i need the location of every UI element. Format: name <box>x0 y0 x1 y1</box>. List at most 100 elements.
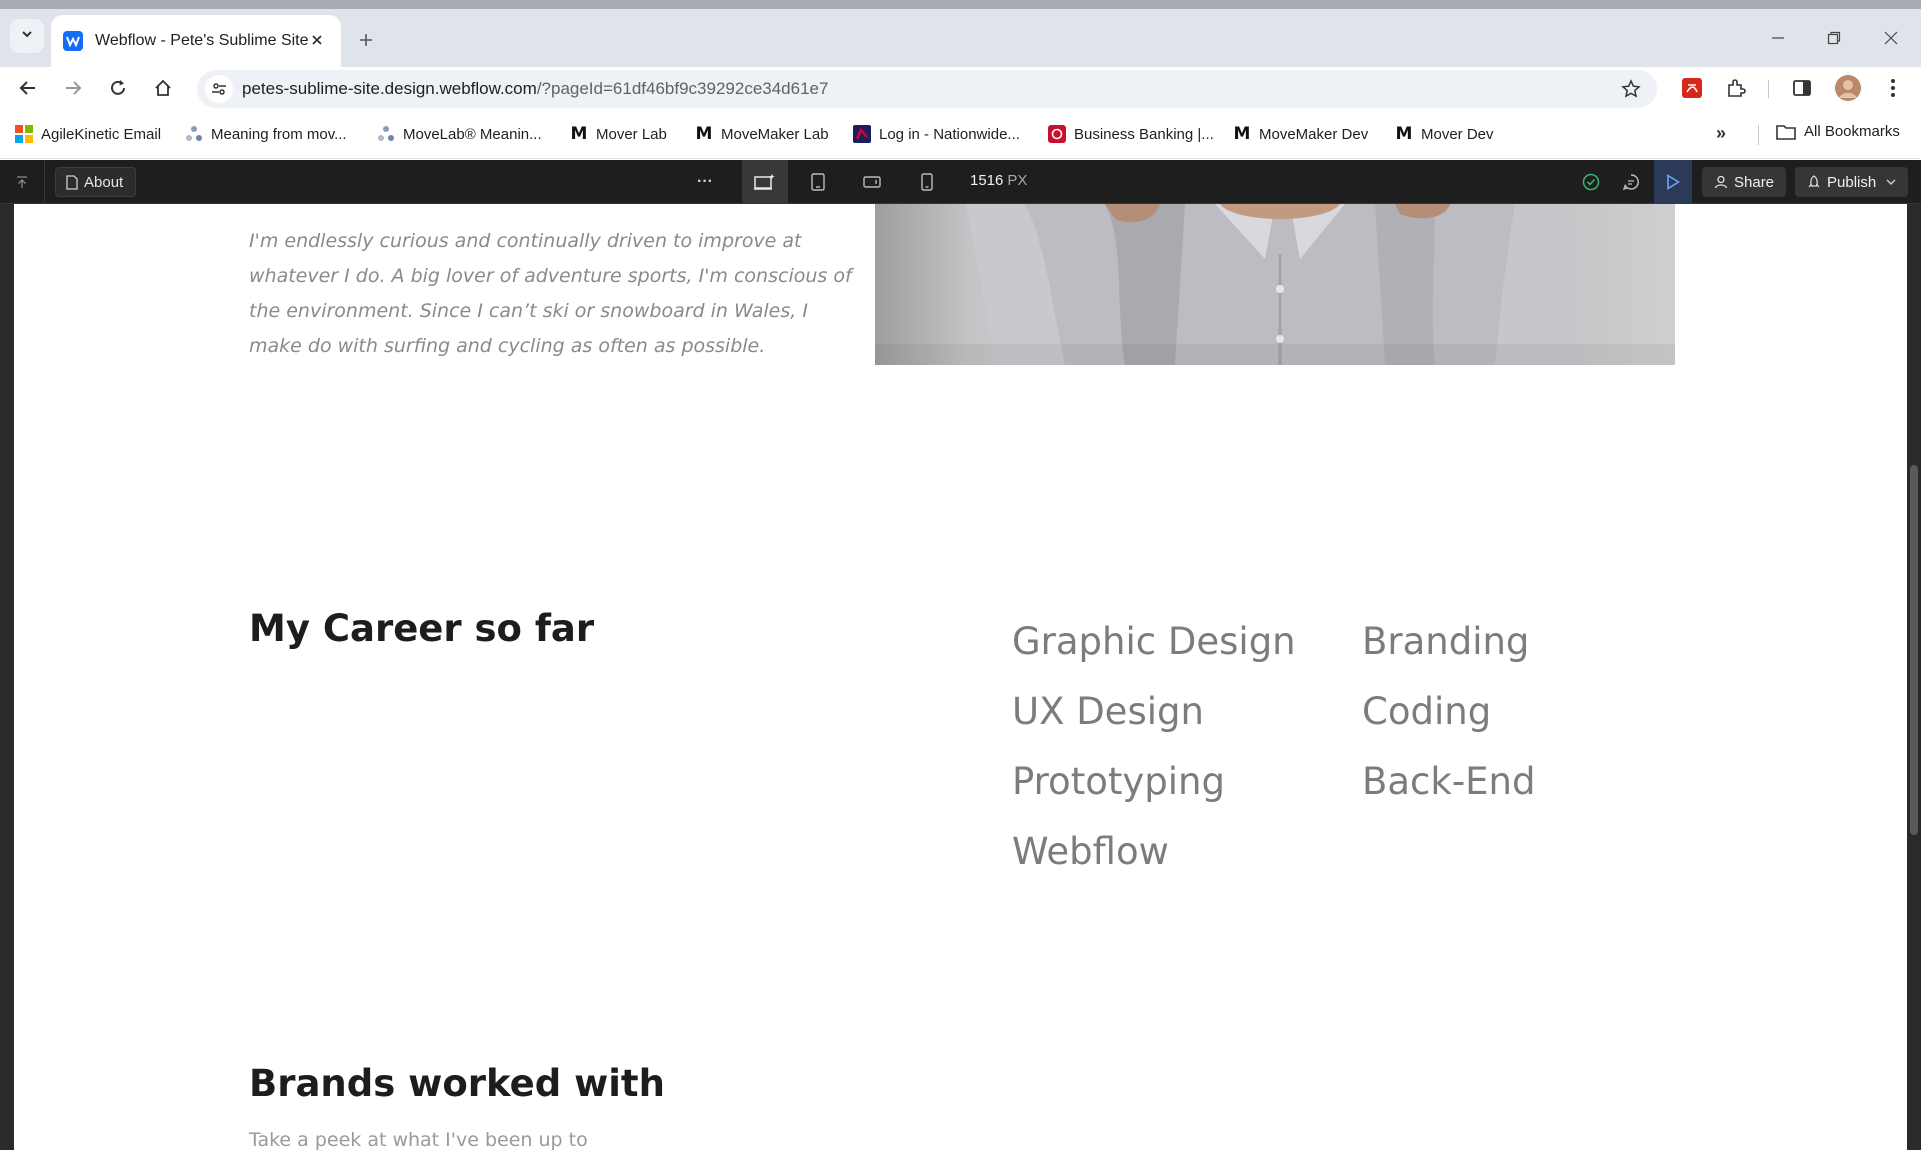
folder-icon <box>1776 124 1796 140</box>
mobile-landscape-breakpoint-button[interactable] <box>853 160 891 204</box>
new-tab-button[interactable] <box>352 26 380 54</box>
share-label: Share <box>1734 173 1775 191</box>
tablet-icon <box>811 173 825 191</box>
skill-item: Graphic Design <box>1012 620 1296 663</box>
intro-paragraph: I'm endlessly curious and continually dr… <box>249 230 852 357</box>
brands-heading: Brands worked with <box>249 1062 665 1105</box>
skill-item: Back-End <box>1362 760 1536 803</box>
nationwide-icon <box>853 125 871 143</box>
tab-search-button[interactable] <box>10 19 44 53</box>
canvas-scrollbar-thumb[interactable] <box>1910 465 1918 835</box>
bookmark-mover-lab[interactable]: M Mover Lab <box>570 123 667 145</box>
comments-icon[interactable] <box>1612 160 1650 204</box>
movelab-icon <box>377 125 395 143</box>
bookmark-movelab-meaning[interactable]: MoveLab® Meanin... <box>377 123 542 145</box>
close-window-button[interactable] <box>1873 23 1909 53</box>
bookmark-label: Meaning from mov... <box>211 125 347 143</box>
user-icon <box>1714 175 1728 189</box>
site-info-icon[interactable] <box>205 75 233 103</box>
skill-item: Branding <box>1362 620 1530 663</box>
back-button[interactable] <box>11 71 45 105</box>
m-logo-icon: M <box>1395 124 1413 144</box>
tablet-breakpoint-button[interactable] <box>799 160 837 204</box>
m-logo-icon: M <box>1233 124 1251 144</box>
saved-status-icon <box>1572 160 1610 204</box>
bookmarks-divider <box>1758 125 1759 145</box>
bookmark-label: Business Banking |... <box>1074 125 1214 143</box>
rocket-icon <box>1807 175 1821 189</box>
profile-avatar[interactable] <box>1831 71 1865 105</box>
all-bookmarks-label: All Bookmarks <box>1804 123 1900 140</box>
close-tab-icon[interactable] <box>307 30 327 50</box>
chevron-down-icon <box>20 27 34 46</box>
address-bar[interactable]: petes-sublime-site.design.webflow.com/?p… <box>197 70 1657 108</box>
bookmark-label: MoveMaker Lab <box>721 125 829 143</box>
bookmark-movemaker-lab[interactable]: M MoveMaker Lab <box>695 123 829 145</box>
bank-icon <box>1048 125 1066 143</box>
page-selector[interactable]: About <box>55 167 137 197</box>
minimize-window-button[interactable] <box>1760 23 1796 53</box>
bar-divider <box>44 160 45 204</box>
bookmark-nationwide[interactable]: Log in - Nationwide... <box>853 123 1020 145</box>
play-icon <box>1666 174 1680 190</box>
browser-menu-icon[interactable] <box>1876 71 1910 105</box>
preview-button[interactable] <box>1654 160 1692 204</box>
home-button[interactable] <box>146 71 180 105</box>
bookmark-mover-dev[interactable]: M Mover Dev <box>1395 123 1494 145</box>
profile-photo <box>875 204 1675 365</box>
toolbar-divider <box>1768 80 1769 98</box>
skills-column-right: Branding Coding Back-End <box>1362 607 1536 817</box>
bookmark-label: Log in - Nationwide... <box>879 125 1020 143</box>
microsoft-icon <box>15 125 33 143</box>
bookmark-movemaker-dev[interactable]: M MoveMaker Dev <box>1233 123 1369 145</box>
page-icon <box>66 174 78 190</box>
desktop-breakpoint-button[interactable] <box>742 160 788 204</box>
skill-item: UX Design <box>1012 690 1204 733</box>
m-logo-icon: M <box>570 124 588 144</box>
browser-tab-active[interactable]: Webflow - Pete's Sublime Site <box>51 15 341 67</box>
bookmark-label: AgileKinetic Email <box>41 125 162 143</box>
chevron-down-icon <box>1886 178 1896 186</box>
canvas-width-unit: PX <box>1007 172 1028 189</box>
tab-strip: Webflow - Pete's Sublime Site <box>0 0 1921 67</box>
bookmark-meaning-from-movement[interactable]: Meaning from mov... <box>185 123 347 145</box>
page-name: About <box>84 173 124 191</box>
bookmarks-bar: AgileKinetic Email Meaning from mov... M… <box>0 109 1921 159</box>
reload-button[interactable] <box>101 71 135 105</box>
bookmark-star-icon[interactable] <box>1619 77 1643 101</box>
skill-item: Webflow <box>1012 830 1169 873</box>
m-logo-icon: M <box>695 124 713 144</box>
pdf-extension-icon[interactable] <box>1675 71 1709 105</box>
bookmark-label: MoveLab® Meanin... <box>403 125 542 143</box>
more-bookmarks-button[interactable]: » <box>1716 123 1726 144</box>
skill-item: Coding <box>1362 690 1492 733</box>
url-text: petes-sublime-site.design.webflow.com/?p… <box>242 79 828 99</box>
mobile-portrait-icon <box>921 173 933 191</box>
side-panel-icon[interactable] <box>1785 71 1819 105</box>
publish-button[interactable]: Publish <box>1795 167 1909 197</box>
skills-column-left: Graphic Design UX Design Prototyping Web… <box>1012 607 1296 887</box>
collapse-arrow-icon[interactable] <box>10 170 34 194</box>
career-heading: My Career so far <box>249 607 595 650</box>
share-button[interactable]: Share <box>1702 167 1787 197</box>
more-options-button[interactable]: ··· <box>686 160 724 204</box>
brands-subtitle: Take a peek at what I've been up to <box>249 1129 588 1150</box>
design-canvas[interactable]: I'm endlessly curious and continually dr… <box>14 204 1907 1150</box>
desktop-icon <box>753 173 777 191</box>
url-host: petes-sublime-site.design.webflow.com <box>242 79 537 98</box>
forward-button[interactable] <box>56 71 90 105</box>
mobile-portrait-breakpoint-button[interactable] <box>908 160 946 204</box>
all-bookmarks-button[interactable]: All Bookmarks <box>1776 123 1900 140</box>
browser-window: Webflow - Pete's Sublime Site petes-subl… <box>0 0 1921 1150</box>
bookmark-business-banking[interactable]: Business Banking |... <box>1048 123 1214 145</box>
bookmark-label: Mover Dev <box>1421 125 1494 143</box>
mobile-landscape-icon <box>863 175 881 189</box>
canvas-width-readout[interactable]: 1516 PX <box>970 172 1027 189</box>
bookmark-agilekinetic-email[interactable]: AgileKinetic Email <box>15 123 161 145</box>
extensions-puzzle-icon[interactable] <box>1719 71 1753 105</box>
skill-item: Prototyping <box>1012 760 1225 803</box>
restore-window-button[interactable] <box>1816 23 1852 53</box>
bookmark-label: Mover Lab <box>596 125 667 143</box>
bookmark-label: MoveMaker Dev <box>1259 125 1369 143</box>
canvas-width-value: 1516 <box>970 172 1004 189</box>
